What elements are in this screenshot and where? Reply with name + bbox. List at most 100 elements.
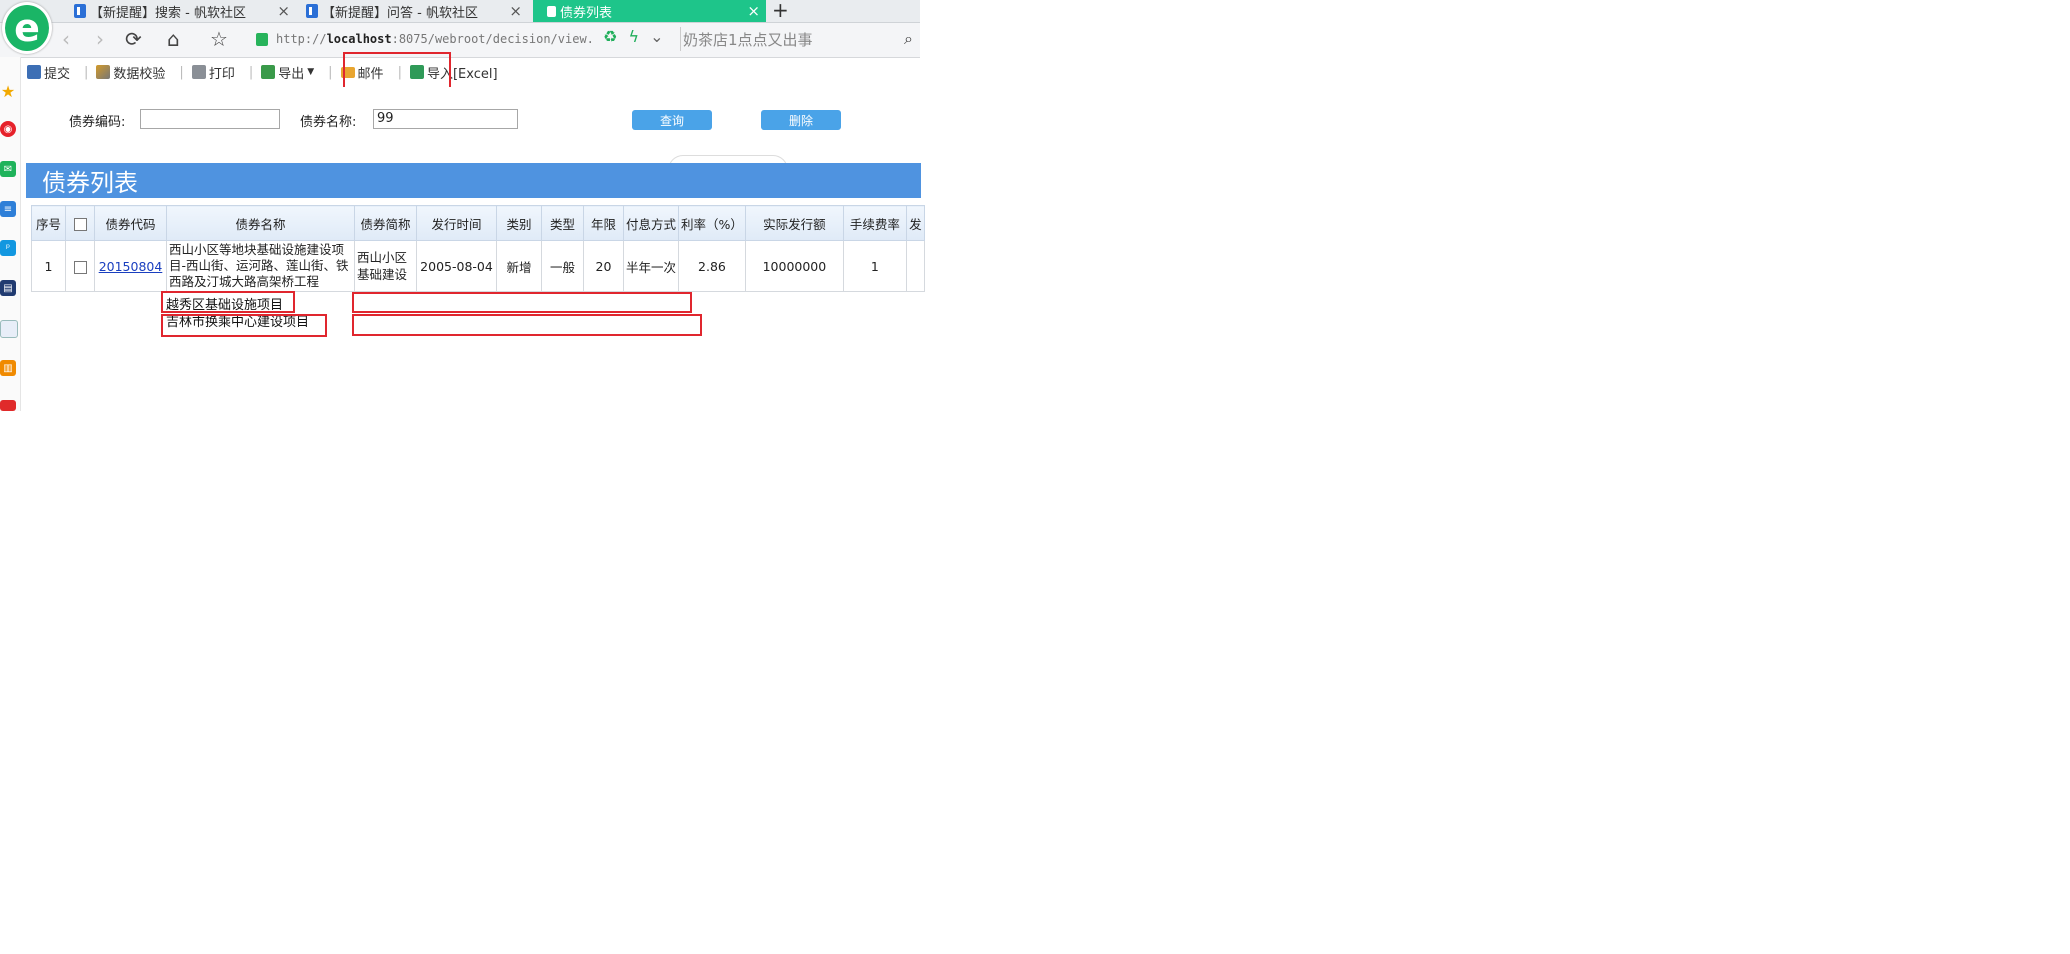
query-form: 债券编码: 债券名称: 99 查询 删除: [21, 87, 921, 162]
browser-tab-qa[interactable]: 【新提醒】问答 - 帆软社区 ×: [306, 0, 528, 22]
submit-button[interactable]: 提交: [27, 63, 70, 82]
address-prefix: http://: [276, 32, 327, 46]
new-tab-button[interactable]: +: [772, 0, 789, 22]
save-icon: [27, 65, 41, 79]
compat-mode-icon[interactable]: ♻: [603, 27, 617, 46]
fanruan-favicon-icon: [306, 4, 318, 18]
cell-fee-rate: 1: [842, 240, 907, 292]
search-input[interactable]: 奶茶店1点点又出事: [683, 29, 813, 50]
close-tab-icon[interactable]: ×: [277, 2, 290, 20]
address-bar-actions: ♻ ϟ ⌄: [603, 27, 664, 46]
toolbar-divider: |: [328, 64, 333, 80]
cell-code: 20150804: [94, 240, 167, 292]
address-path: :8075/webroot/decision/view.: [391, 32, 594, 46]
export-label: 导出: [278, 66, 305, 82]
header-select-all[interactable]: [65, 205, 95, 241]
address-bar[interactable]: http://localhost:8075/webroot/decision/v…: [256, 27, 656, 51]
browser-logo[interactable]: e: [2, 2, 52, 54]
cell-type: 一般: [541, 240, 584, 292]
news-icon[interactable]: ▤: [0, 280, 16, 296]
page-favicon-icon: [547, 5, 556, 17]
header-short-name: 债券简称: [354, 205, 417, 241]
favorites-star-icon[interactable]: ★: [0, 82, 16, 101]
header-more: 发: [905, 205, 925, 241]
header-code: 债券代码: [94, 205, 167, 241]
cell-amount: 10000000: [744, 240, 844, 292]
search-icon[interactable]: ⌕: [904, 29, 913, 49]
highlight-box-import: [343, 52, 451, 89]
bond-code-link[interactable]: 20150804: [99, 259, 163, 274]
home-icon[interactable]: ⌂: [167, 27, 180, 51]
highlight-box-name-1: [161, 291, 295, 313]
secure-shield-icon: [256, 32, 268, 46]
delete-button[interactable]: 删除: [761, 110, 841, 130]
close-tab-icon[interactable]: ×: [509, 2, 522, 20]
select-all-checkbox[interactable]: [73, 217, 87, 231]
header-years: 年限: [583, 205, 624, 241]
row-checkbox[interactable]: [73, 260, 87, 274]
browser-tab-bond-list[interactable]: 债券列表 ×: [533, 0, 766, 22]
doc-icon[interactable]: [0, 320, 18, 338]
query-button[interactable]: 查询: [632, 110, 712, 130]
header-index: 序号: [31, 205, 66, 241]
video-icon[interactable]: [0, 400, 16, 411]
cell-short-name: 西山小区基础建设: [354, 240, 417, 292]
table-header-row: 序号 债券代码 债券名称 债券简称 发行时间 类别 类型 年限 付息方式 利率（…: [31, 205, 925, 241]
toolbar-divider: |: [179, 64, 184, 80]
toolbar-divider: |: [84, 64, 89, 80]
speed-mode-icon[interactable]: ϟ: [628, 27, 639, 46]
header-issue-date: 发行时间: [416, 205, 497, 241]
app-icon[interactable]: ᵖ: [0, 240, 16, 256]
toolbar-divider: |: [248, 64, 254, 80]
bond-name-input[interactable]: 99: [373, 109, 518, 129]
export-button[interactable]: 导出 ▼: [261, 63, 314, 82]
bond-code-input[interactable]: [140, 109, 280, 129]
address-host: localhost: [326, 32, 392, 46]
header-rate: 利率（%）: [678, 205, 746, 241]
header-fee-rate: 手续费率: [842, 205, 907, 241]
bond-name-label: 债券名称:: [300, 115, 357, 130]
cell-issue-date: 2005-08-04: [416, 240, 497, 292]
star-icon[interactable]: ☆: [210, 27, 228, 51]
refresh-icon[interactable]: ⟳: [125, 27, 142, 51]
print-button[interactable]: 打印: [191, 63, 235, 82]
cell-select[interactable]: [65, 240, 95, 292]
submit-label: 提交: [44, 66, 71, 82]
cell-category: 新增: [496, 240, 542, 292]
cell-more: [905, 240, 925, 292]
table-row: 1 20150804 西山小区等地块基础设施建设项目-西山街、运河路、莲山街、铁…: [31, 240, 925, 292]
search-box[interactable]: 奶茶店1点点又出事 ⌕: [680, 27, 919, 51]
back-icon[interactable]: ‹: [62, 27, 70, 51]
cell-rate: 2.86: [678, 240, 746, 292]
check-icon: [96, 65, 111, 79]
bond-code-label: 债券编码:: [69, 115, 126, 130]
close-tab-icon[interactable]: ×: [747, 2, 760, 20]
validate-label: 数据校验: [113, 66, 166, 82]
bond-table: 序号 债券代码 债券名称 债券简称 发行时间 类别 类型 年限 付息方式 利率（…: [31, 205, 925, 292]
cell-years: 20: [583, 240, 624, 292]
fanruan-favicon-icon: [74, 4, 86, 18]
mail-icon[interactable]: ✉: [0, 161, 16, 177]
cell-name: 西山小区等地块基础设施建设项目-西山街、运河路、莲山街、铁西路及汀城大路高架桥工…: [166, 240, 355, 292]
weibo-icon[interactable]: ◉: [0, 121, 16, 137]
report-toolbar: 提交 | 数据校验 | 打印 | 导出 ▼ | 邮件 | 导入[Excel]: [21, 57, 921, 87]
tab-title: 【新提醒】搜索 - 帆软社区: [90, 5, 246, 21]
notes-icon[interactable]: ≡: [0, 201, 16, 217]
highlight-box-name-2: [161, 314, 327, 337]
print-label: 打印: [208, 66, 235, 82]
header-name: 债券名称: [166, 205, 355, 241]
browser-tab-search[interactable]: 【新提醒】搜索 - 帆软社区 ×: [74, 0, 296, 22]
header-amount: 实际发行额: [744, 205, 844, 241]
cell-index: 1: [31, 240, 66, 292]
validate-button[interactable]: 数据校验: [96, 63, 165, 82]
tab-title: 【新提醒】问答 - 帆软社区: [322, 5, 478, 21]
novel-icon[interactable]: ▥: [0, 360, 16, 376]
highlight-box-short-1: [352, 292, 692, 313]
forward-icon[interactable]: ›: [96, 27, 104, 51]
chevron-down-icon[interactable]: ⌄: [650, 27, 663, 46]
tab-title: 债券列表: [560, 5, 613, 21]
highlight-box-short-2: [352, 314, 702, 336]
cell-payment: 半年一次: [622, 240, 680, 292]
browser-sidebar: ★ ◉ ✉ ≡ ᵖ ▤ ▥: [0, 57, 21, 411]
export-icon: [261, 65, 276, 79]
